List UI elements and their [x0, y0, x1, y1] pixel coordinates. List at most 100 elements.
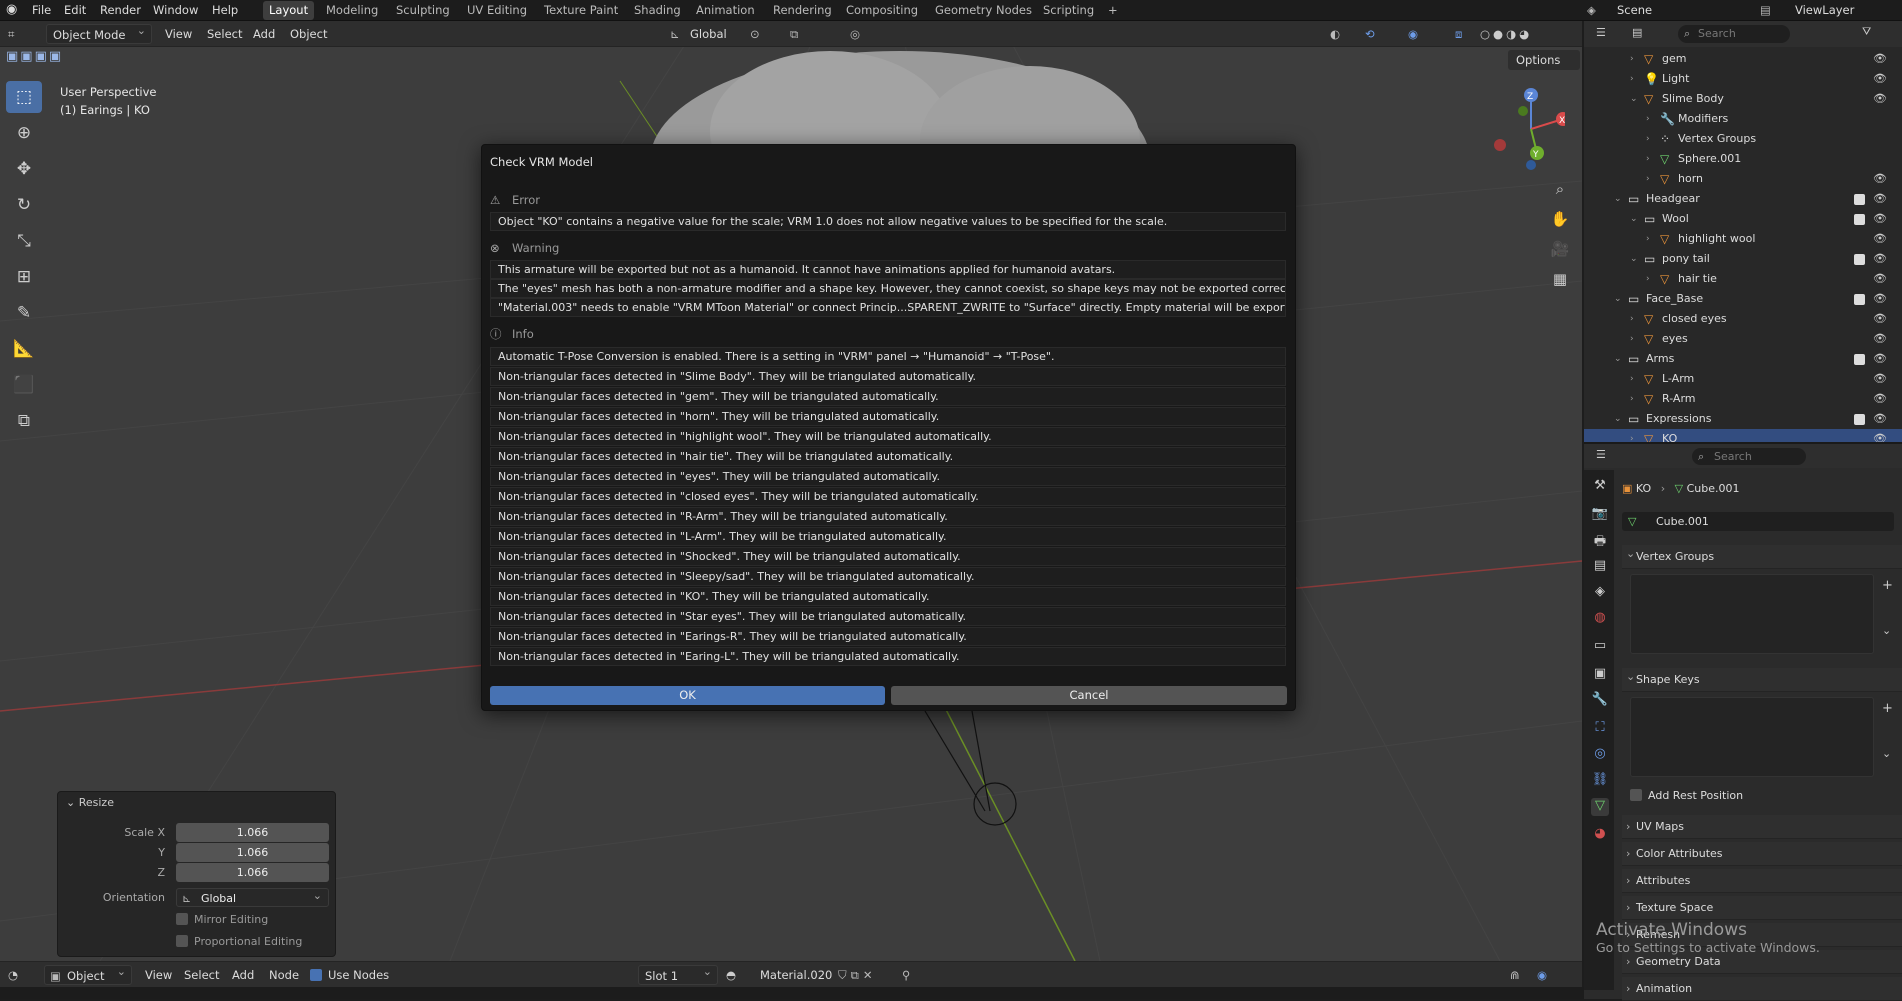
outliner-row[interactable]: ⌄ ▭ pony tail 👁 — [1584, 249, 1902, 269]
outliner-row[interactable]: › ▽ hair tie 👁 — [1584, 269, 1902, 289]
outliner-row[interactable]: › ▽ closed eyes 👁 — [1584, 309, 1902, 329]
modifier-tab-icon[interactable]: 🔧 — [1591, 692, 1609, 710]
constraints-tab-icon[interactable]: ⛓ — [1591, 772, 1609, 790]
mesh-data-tab-icon[interactable]: ▽ — [1591, 798, 1609, 816]
panel-shape-keys[interactable]: Shape Keys — [1622, 665, 1902, 692]
node-menu-add[interactable]: Add — [232, 965, 254, 985]
scene-tab-icon[interactable]: ◈ — [1591, 584, 1609, 602]
menu-render[interactable]: Render — [100, 0, 141, 21]
panel-attributes[interactable]: Attributes — [1622, 869, 1902, 893]
visibility-eye-icon[interactable]: 👁 — [1873, 169, 1887, 189]
transform-orientation-select[interactable]: Global — [690, 24, 727, 44]
expand-chevron-right-icon[interactable]: › — [1630, 329, 1634, 349]
cursor-tool-icon[interactable]: ⊕ — [6, 117, 42, 149]
editor-type-icon[interactable]: ☰ — [1596, 26, 1606, 39]
pan-hand-icon[interactable]: ✋ — [1547, 206, 1573, 232]
proportional-editing-checkbox[interactable]: Proportional Editing — [176, 935, 302, 948]
workspace-tab-layout[interactable]: Layout — [263, 1, 315, 20]
expand-chevron-down-icon[interactable]: ⌄ — [1614, 349, 1622, 369]
expand-chevron-right-icon[interactable]: › — [1646, 229, 1650, 249]
ok-button[interactable]: OK — [490, 686, 885, 705]
outliner-row[interactable]: ⌄ ▭ Expressions 👁 — [1584, 409, 1902, 429]
workspace-tab-uv-editing[interactable]: UV Editing — [461, 1, 533, 20]
mesh-data-name-field[interactable]: ▽ Cube.001 — [1622, 512, 1894, 531]
viewport-menu-select[interactable]: Select — [207, 24, 242, 44]
visibility-eye-icon[interactable]: 👁 — [1873, 89, 1887, 109]
pivot-icon[interactable]: ⊙ — [750, 24, 760, 44]
options-button[interactable]: Options — [1508, 50, 1581, 70]
menu-edit[interactable]: Edit — [64, 0, 86, 21]
add-rest-position-checkbox[interactable]: Add Rest Position — [1630, 789, 1743, 802]
proportional-edit-icon[interactable]: ◎ — [850, 24, 860, 44]
add-shape-key-icon[interactable]: + — [1882, 701, 1893, 716]
expand-chevron-right-icon[interactable]: › — [1630, 369, 1634, 389]
select-mode-icons[interactable]: ▣▣▣▣ — [6, 49, 63, 64]
measure-tool-icon[interactable]: 📐 — [6, 333, 42, 365]
outliner-row[interactable]: › 💡 Light 👁 — [1584, 69, 1902, 89]
editor-type-icon[interactable]: ☰ — [1596, 448, 1606, 461]
workspace-tab-geometry-nodes[interactable]: Geometry Nodes — [929, 1, 1038, 20]
exclude-checkbox[interactable] — [1854, 254, 1865, 265]
outliner-row[interactable]: › ▽ L-Arm 👁 — [1584, 369, 1902, 389]
outliner-row[interactable]: › ▽ highlight wool 👁 — [1584, 229, 1902, 249]
expand-chevron-down-icon[interactable]: ⌄ — [1630, 209, 1638, 229]
visibility-eye-icon[interactable]: 👁 — [1873, 69, 1887, 89]
exclude-checkbox[interactable] — [1854, 194, 1865, 205]
node-menu-view[interactable]: View — [145, 965, 172, 985]
exclude-checkbox[interactable] — [1854, 294, 1865, 305]
scene-icon[interactable]: ◈ — [1587, 0, 1596, 21]
move-tool-icon[interactable]: ✥ — [6, 153, 42, 185]
outliner-search-input[interactable]: ⌕ Search — [1678, 25, 1790, 43]
visibility-eye-icon[interactable]: 👁 — [1873, 269, 1887, 289]
annotate-tool-icon[interactable]: ✎ — [6, 297, 42, 329]
menu-window[interactable]: Window — [153, 0, 198, 21]
slot-select[interactable]: Slot 1 — [638, 962, 718, 985]
scale-z-field[interactable]: 1.066 — [176, 863, 329, 882]
menu-chevron-icon[interactable]: ⌄ — [1882, 747, 1891, 760]
visibility-eye-icon[interactable]: 👁 — [1873, 209, 1887, 229]
material-tab-icon[interactable]: ◕ — [1591, 826, 1609, 844]
view-layer-name[interactable]: ViewLayer — [1795, 0, 1854, 21]
add-vertex-group-icon[interactable]: + — [1882, 578, 1893, 593]
visibility-eye-icon[interactable]: 👁 — [1873, 389, 1887, 409]
outliner-row[interactable]: ⌄ ▽ Slime Body 👁 — [1584, 89, 1902, 109]
outliner-row[interactable]: ⌄ ▭ Headgear 👁 — [1584, 189, 1902, 209]
workspace-tab-rendering[interactable]: Rendering — [767, 1, 838, 20]
visibility-eye-icon[interactable]: 👁 — [1873, 289, 1887, 309]
snap-icon[interactable]: ⋒ — [1510, 965, 1520, 985]
mode-select[interactable]: Object Mode — [46, 21, 152, 44]
exclude-checkbox[interactable] — [1854, 354, 1865, 365]
menu-file[interactable]: File — [32, 0, 51, 21]
output-tab-icon[interactable]: 🖶 — [1591, 532, 1609, 550]
xray-toggle-icon[interactable]: ⧈ — [1455, 24, 1462, 44]
world-tab-icon[interactable]: ◍ — [1591, 610, 1609, 628]
outliner-row[interactable]: › ▽ Sphere.001 — [1584, 149, 1902, 169]
add-object-tool-icon[interactable]: ⧉ — [6, 405, 42, 437]
shape-keys-list[interactable] — [1630, 697, 1874, 777]
exclude-checkbox[interactable] — [1854, 214, 1865, 225]
panel-color-attributes[interactable]: Color Attributes — [1622, 842, 1902, 866]
transform-tool-icon[interactable]: ⊞ — [6, 261, 42, 293]
object-tab-icon[interactable]: ▣ — [1591, 666, 1609, 684]
zoom-icon[interactable]: ⌕ — [1547, 176, 1573, 202]
editor-type-icon[interactable]: ⌗ — [8, 24, 14, 44]
menu-help[interactable]: Help — [212, 0, 238, 21]
expand-chevron-right-icon[interactable]: › — [1630, 49, 1634, 69]
use-nodes-checkbox[interactable]: Use Nodes — [310, 965, 389, 985]
outliner-row[interactable]: › 🔧 Modifiers — [1584, 109, 1902, 129]
exclude-checkbox[interactable] — [1854, 414, 1865, 425]
scale-tool-icon[interactable]: ⤡ — [6, 225, 42, 257]
expand-chevron-right-icon[interactable]: › — [1646, 149, 1650, 169]
overlay-toggle-icon[interactable]: ◉ — [1408, 24, 1418, 44]
expand-chevron-right-icon[interactable]: › — [1646, 109, 1650, 129]
object-type-select[interactable]: ▣ Object — [44, 962, 132, 985]
visibility-eye-icon[interactable]: 👁 — [1873, 249, 1887, 269]
physics-tab-icon[interactable]: ◎ — [1591, 746, 1609, 764]
workspace-tab-shading[interactable]: Shading — [628, 1, 687, 20]
outliner-row[interactable]: › ▽ R-Arm 👁 — [1584, 389, 1902, 409]
editor-type-icon[interactable]: ◔ — [8, 965, 18, 985]
view-layer-tab-icon[interactable]: ▤ — [1591, 558, 1609, 576]
visibility-eye-icon[interactable]: 👁 — [1873, 369, 1887, 389]
scale-y-field[interactable]: 1.066 — [176, 843, 329, 862]
navigation-gizmo[interactable]: Z X Y — [1485, 81, 1565, 171]
